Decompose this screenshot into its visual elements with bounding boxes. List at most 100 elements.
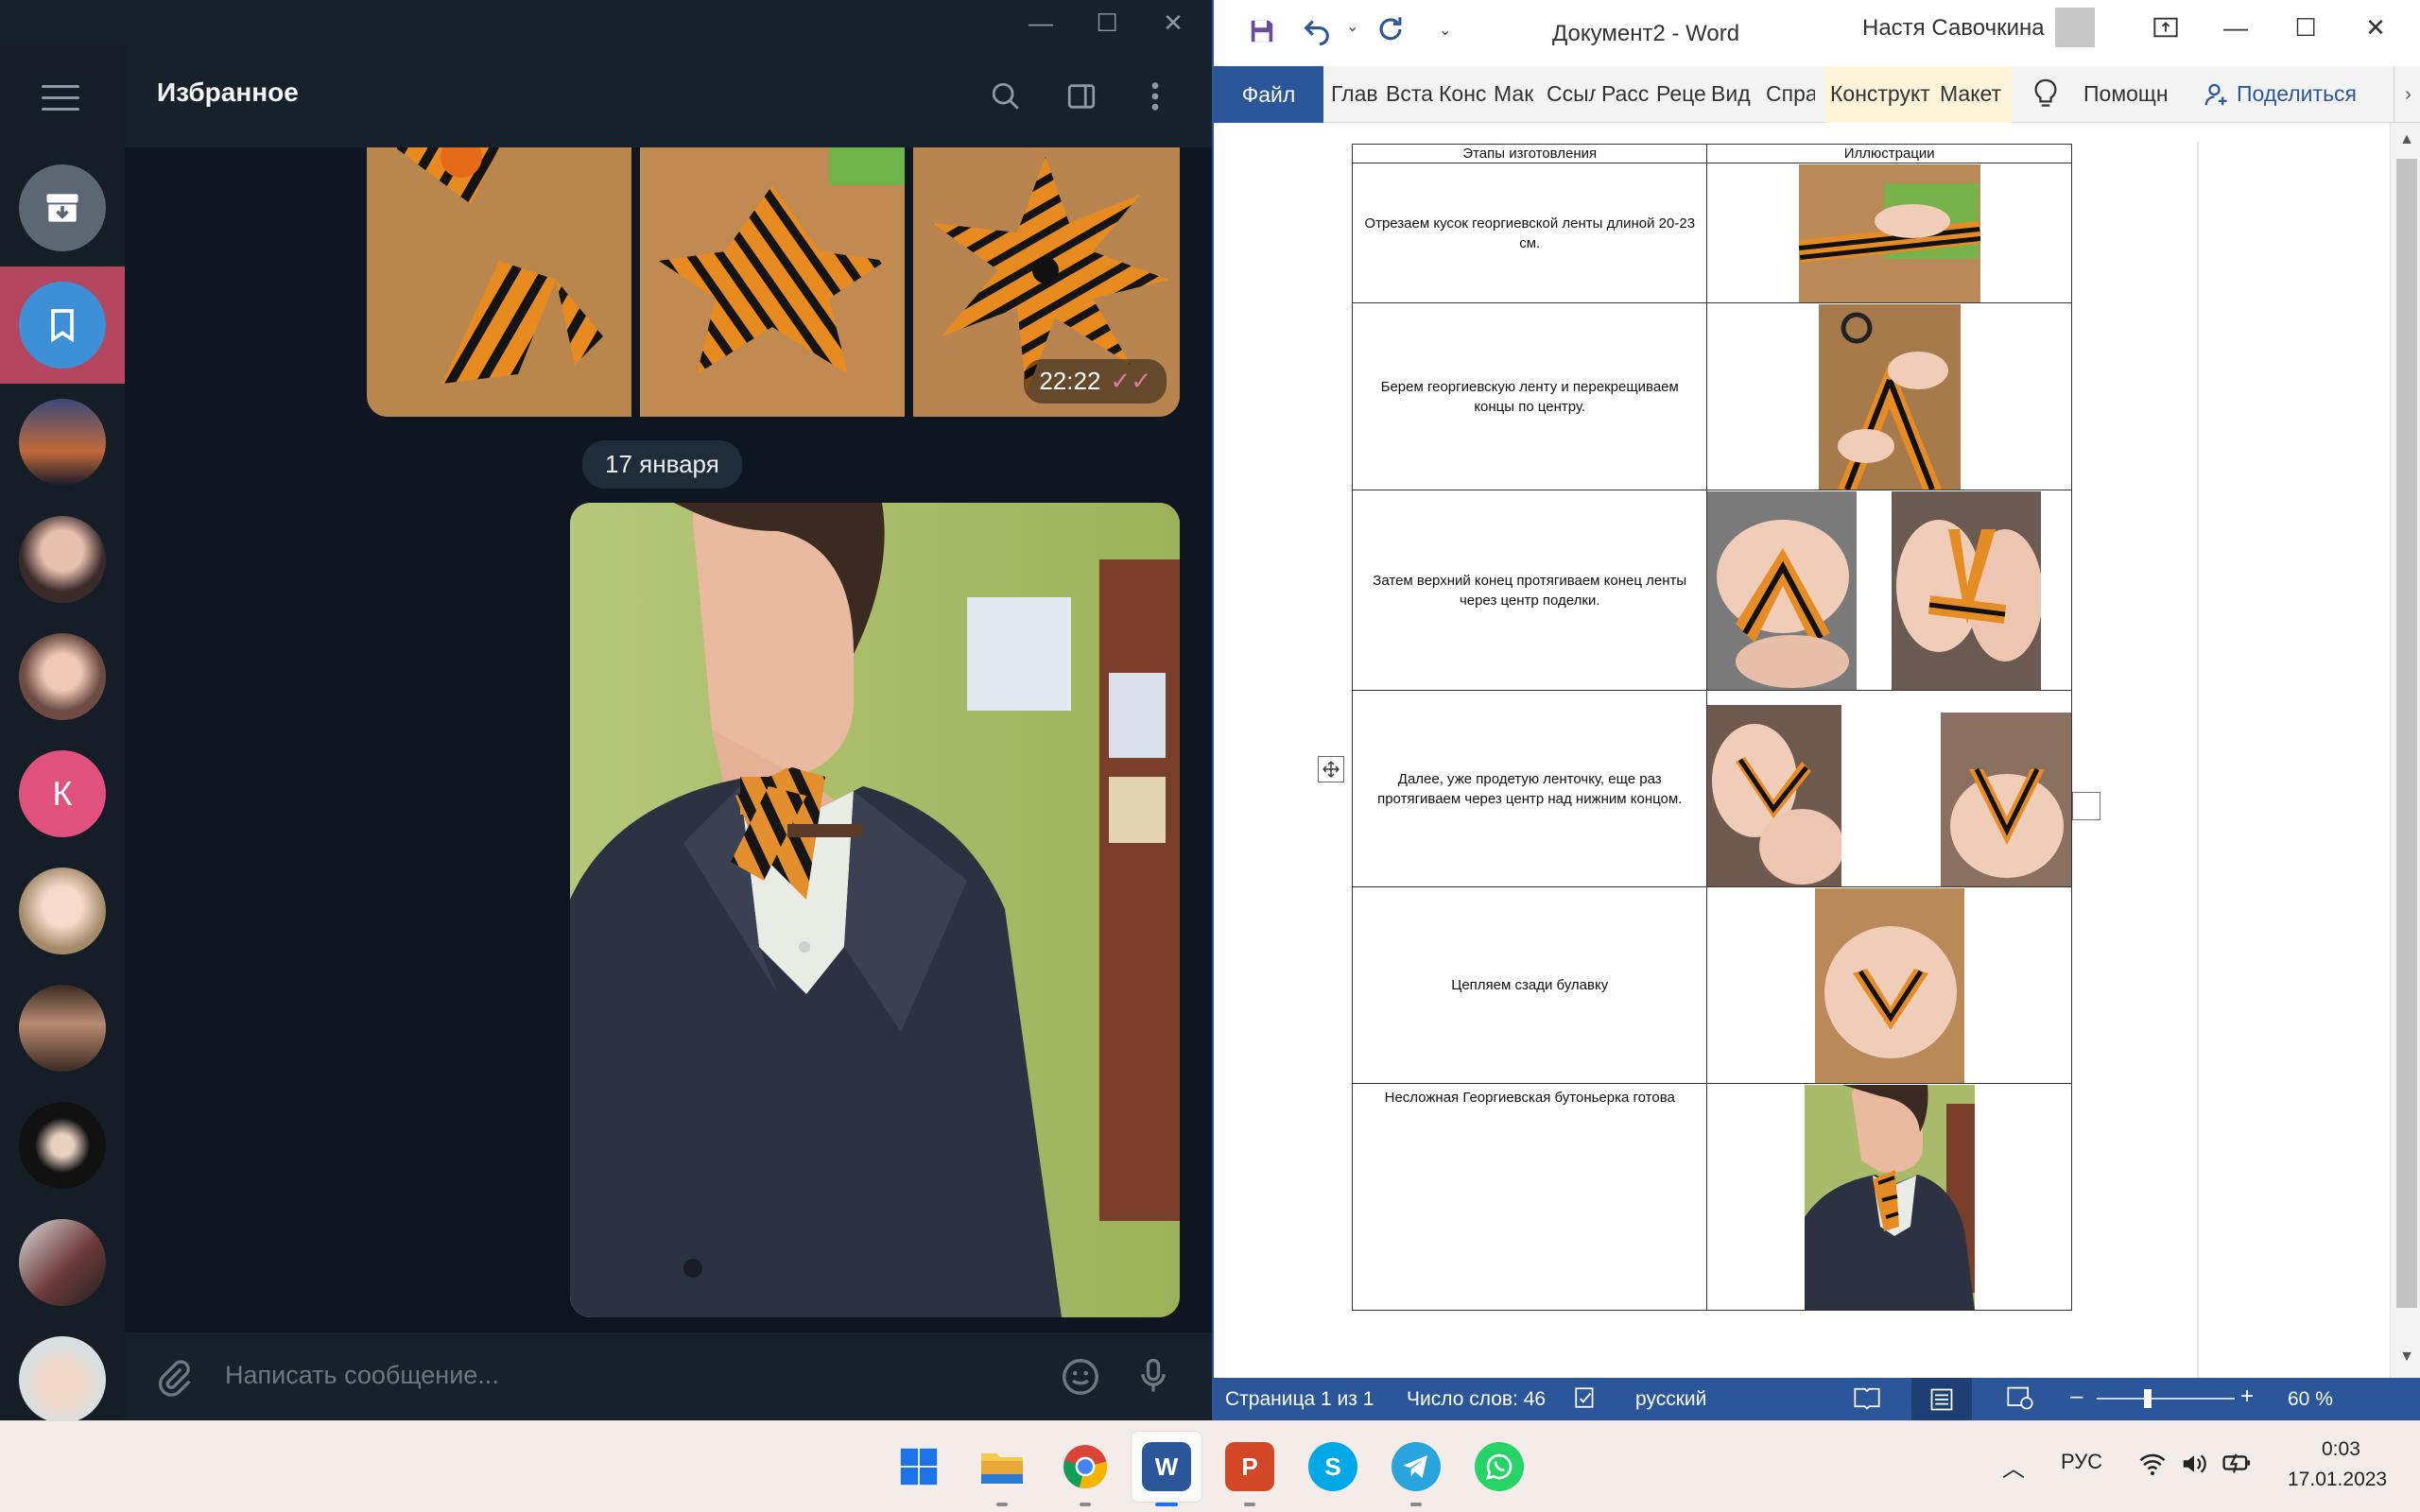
photo-boy-with-ribbon[interactable] (570, 503, 1180, 1317)
whatsapp-icon[interactable] (1475, 1442, 1524, 1491)
tab-view[interactable]: Вид (1711, 81, 1756, 107)
undo-icon[interactable] (1301, 13, 1333, 50)
maximize-button[interactable]: ☐ (1074, 0, 1140, 45)
illustration-cell[interactable] (1706, 302, 2072, 490)
input-language[interactable]: РУС (2061, 1450, 2102, 1474)
language-status[interactable]: русский (1635, 1388, 1706, 1411)
message-list[interactable]: 22:22 ✓✓ 17 января (125, 147, 1212, 1332)
emoji-icon[interactable] (1059, 1355, 1102, 1403)
user-avatar[interactable] (2055, 8, 2095, 47)
show-hidden-icons-icon[interactable]: ︿ (2002, 1450, 2025, 1483)
powerpoint-icon[interactable]: P (1225, 1442, 1274, 1491)
zoom-slider-track[interactable] (2097, 1398, 2235, 1400)
scrollbar-thumb[interactable] (2396, 159, 2417, 1308)
table-resize-handle[interactable] (2072, 792, 2100, 820)
tab-mailings[interactable]: Расс (1601, 81, 1651, 107)
tab-help[interactable]: Спра (1766, 81, 1815, 107)
chat-item-archive[interactable] (0, 149, 125, 266)
sidebar-toggle-icon[interactable] (1057, 72, 1106, 121)
tab-review[interactable]: Реце (1656, 81, 1705, 107)
zoom-slider-thumb[interactable] (2144, 1389, 2152, 1408)
save-icon[interactable] (1248, 17, 1276, 50)
step-text-cell[interactable]: Берем георгиевскую ленту и перекрещиваем… (1351, 302, 1708, 490)
steps-table[interactable]: Этапы изготовления Иллюстрации Отрезаем … (1351, 144, 2072, 1311)
clock-date[interactable]: 17.01.2023 (2288, 1469, 2387, 1491)
file-explorer-icon[interactable] (977, 1442, 1027, 1491)
redo-icon[interactable] (1374, 13, 1407, 50)
step-text-cell[interactable]: Отрезаем кусок георгиевской ленты длиной… (1351, 163, 1708, 303)
tab-file[interactable]: Файл (1214, 66, 1323, 123)
step-text-cell[interactable]: Далее, уже продетую ленточку, еще раз пр… (1351, 690, 1708, 887)
minimize-button[interactable]: — (2203, 8, 2269, 47)
table-move-handle-icon[interactable] (1318, 756, 1344, 782)
chat-item-contact[interactable] (0, 970, 125, 1087)
chat-item-contact[interactable] (0, 1204, 125, 1321)
zoom-level[interactable]: 60 % (2288, 1388, 2333, 1411)
zoom-in-button[interactable]: + (2240, 1383, 2254, 1410)
message-input[interactable]: Написать сообщение... (225, 1361, 499, 1390)
hamburger-menu-icon[interactable] (42, 85, 79, 113)
web-layout-icon[interactable] (2006, 1385, 2034, 1416)
chat-item-contact[interactable] (0, 501, 125, 618)
proofing-icon[interactable] (1573, 1385, 1598, 1416)
wifi-icon[interactable] (2138, 1452, 2167, 1481)
document-canvas[interactable]: Этапы изготовления Иллюстрации Отрезаем … (1214, 123, 2390, 1378)
chat-item-contact[interactable] (0, 1087, 125, 1204)
tab-design[interactable]: Конс (1439, 81, 1488, 107)
chat-item-contact[interactable] (0, 384, 125, 501)
search-icon[interactable] (981, 72, 1030, 121)
undo-dropdown-icon[interactable]: ⌄ (1346, 17, 1358, 36)
chat-item-saved[interactable] (0, 266, 125, 384)
step-text-cell[interactable]: Цепляем сзади булавку (1351, 886, 1708, 1084)
chat-item-contact[interactable] (0, 852, 125, 970)
zoom-out-button[interactable]: – (2070, 1383, 2083, 1410)
customize-toolbar-icon[interactable]: ⌄ (1439, 21, 1451, 40)
album-photo-2[interactable] (640, 147, 905, 417)
microphone-icon[interactable] (1132, 1353, 1174, 1403)
illustration-cell[interactable] (1706, 690, 2072, 887)
tab-table-design[interactable]: Конструкт (1824, 66, 1934, 123)
clock-time[interactable]: 0:03 (2322, 1438, 2360, 1461)
attach-icon[interactable] (153, 1357, 195, 1403)
tab-home[interactable]: Глав (1331, 81, 1380, 107)
volume-icon[interactable] (2180, 1452, 2208, 1481)
print-layout-icon[interactable] (1911, 1378, 1972, 1420)
scroll-up-icon[interactable]: ▲ (2391, 127, 2420, 153)
telegram-icon[interactable] (1392, 1442, 1441, 1491)
ribbon-scroll-right-icon[interactable]: › (2394, 66, 2420, 123)
maximize-button[interactable]: ☐ (2273, 8, 2339, 47)
minimize-button[interactable]: — (1008, 0, 1074, 45)
vertical-scrollbar[interactable]: ▲ ▼ (2390, 123, 2420, 1378)
battery-icon[interactable] (2221, 1450, 2254, 1481)
user-name[interactable]: Настя Савочкина (1862, 15, 2045, 42)
tab-insert[interactable]: Вста (1386, 81, 1433, 107)
tab-layout[interactable]: Мак (1494, 81, 1541, 107)
illustration-cell[interactable] (1706, 1083, 2072, 1311)
read-mode-icon[interactable] (1853, 1385, 1881, 1416)
skype-icon[interactable]: S (1308, 1442, 1357, 1491)
chat-item-k[interactable]: К (0, 735, 125, 852)
share-button[interactable]: Поделиться (2237, 81, 2357, 107)
tell-me-search[interactable]: Помощн (2083, 81, 2169, 107)
album-photo-1[interactable] (367, 147, 631, 417)
step-text-cell[interactable]: Несложная Георгиевская бутоньерка готова (1351, 1083, 1708, 1311)
illustration-cell[interactable] (1706, 490, 2072, 691)
page-count[interactable]: Страница 1 из 1 (1225, 1388, 1374, 1411)
tab-table-layout[interactable]: Макет (1934, 66, 2012, 123)
share-person-icon[interactable] (2203, 79, 2231, 114)
word-app-icon[interactable]: W (1142, 1442, 1191, 1491)
album-photo-3[interactable]: 22:22 ✓✓ (913, 147, 1180, 417)
illustration-cell[interactable] (1706, 163, 2072, 303)
chat-item-contact[interactable] (0, 1321, 125, 1420)
more-options-icon[interactable] (1131, 72, 1180, 121)
step-text-cell[interactable]: Затем верхний конец протягиваем конец ле… (1351, 490, 1708, 691)
scroll-down-icon[interactable]: ▼ (2391, 1344, 2420, 1370)
close-button[interactable]: ✕ (2342, 8, 2409, 47)
chrome-icon[interactable] (1061, 1442, 1110, 1491)
chat-item-contact[interactable] (0, 618, 125, 735)
ribbon-display-options-icon[interactable] (2133, 8, 2199, 47)
tab-references[interactable]: Ссыл (1547, 81, 1596, 107)
illustration-cell[interactable] (1706, 886, 2072, 1084)
word-count[interactable]: Число слов: 46 (1407, 1388, 1546, 1411)
start-button[interactable] (894, 1442, 943, 1491)
